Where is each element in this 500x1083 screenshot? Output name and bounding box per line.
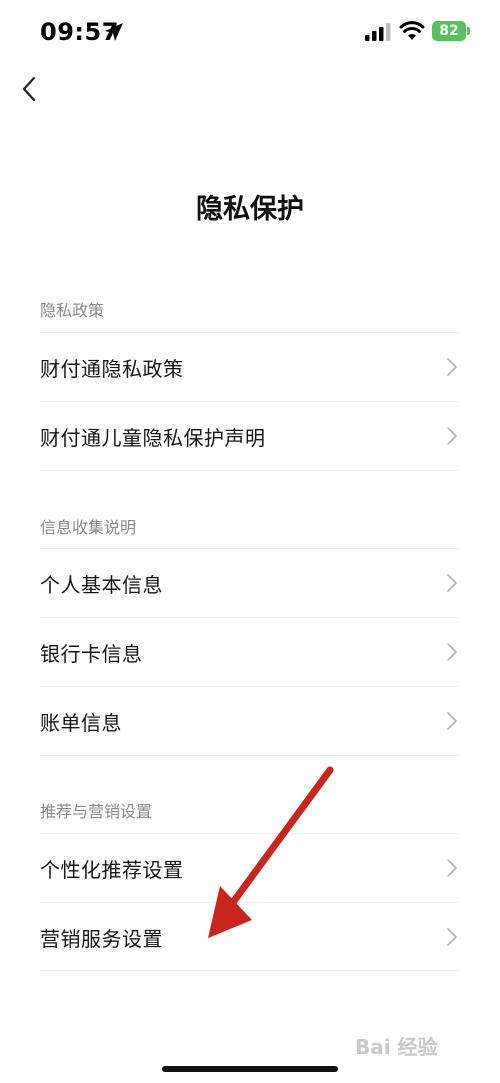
row-label: 银行卡信息 (40, 642, 143, 666)
row-marketing-service-settings[interactable]: 营销服务设置 (40, 902, 460, 970)
row-label: 个人基本信息 (40, 573, 163, 597)
chevron-right-icon (447, 358, 457, 376)
divider (40, 755, 460, 756)
row-label: 财付通儿童隐私保护声明 (40, 426, 266, 450)
section-header-privacy-policy: 隐私政策 (40, 301, 105, 320)
location-icon (105, 23, 123, 41)
row-tenpay-children-privacy[interactable]: 财付通儿童隐私保护声明 (40, 401, 460, 469)
row-personalized-recommend-settings[interactable]: 个性化推荐设置 (40, 833, 460, 901)
battery-cap (467, 27, 470, 35)
chevron-right-icon (447, 427, 457, 445)
chevron-right-icon (447, 574, 457, 592)
row-bill-info[interactable]: 账单信息 (40, 686, 460, 754)
baidu-jingyan-watermark: Bai 经验 (355, 1035, 438, 1059)
privacy-protection-screen: 09:57 82 隐私保护 隐私政策 财付通隐私政策 财付通儿童隐私保护声明 信… (0, 0, 500, 1083)
section-header-info-collection: 信息收集说明 (40, 518, 137, 537)
chevron-right-icon (447, 643, 457, 661)
divider (40, 470, 460, 471)
section-header-recommend-marketing: 推荐与营销设置 (40, 802, 153, 821)
row-tenpay-privacy-policy[interactable]: 财付通隐私政策 (40, 332, 460, 400)
signal-icon (365, 23, 391, 41)
home-indicator[interactable] (162, 1066, 338, 1072)
row-label: 财付通隐私政策 (40, 357, 184, 381)
chevron-left-icon (22, 76, 36, 102)
status-bar: 09:57 82 (0, 0, 500, 64)
chevron-right-icon (447, 928, 457, 946)
battery-level: 82 (439, 23, 459, 39)
watermark-text: Bai 经验 (355, 1035, 438, 1059)
page-title: 隐私保护 (196, 194, 304, 225)
wifi-icon (399, 21, 425, 40)
row-personal-basic-info[interactable]: 个人基本信息 (40, 548, 460, 616)
chevron-right-icon (447, 712, 457, 730)
back-button[interactable] (12, 72, 48, 108)
row-bank-card-info[interactable]: 银行卡信息 (40, 617, 460, 685)
battery-icon: 82 (432, 21, 466, 41)
row-label: 账单信息 (40, 711, 122, 735)
row-label: 营销服务设置 (40, 927, 163, 951)
row-label: 个性化推荐设置 (40, 858, 184, 882)
divider (40, 970, 460, 971)
chevron-right-icon (447, 859, 457, 877)
